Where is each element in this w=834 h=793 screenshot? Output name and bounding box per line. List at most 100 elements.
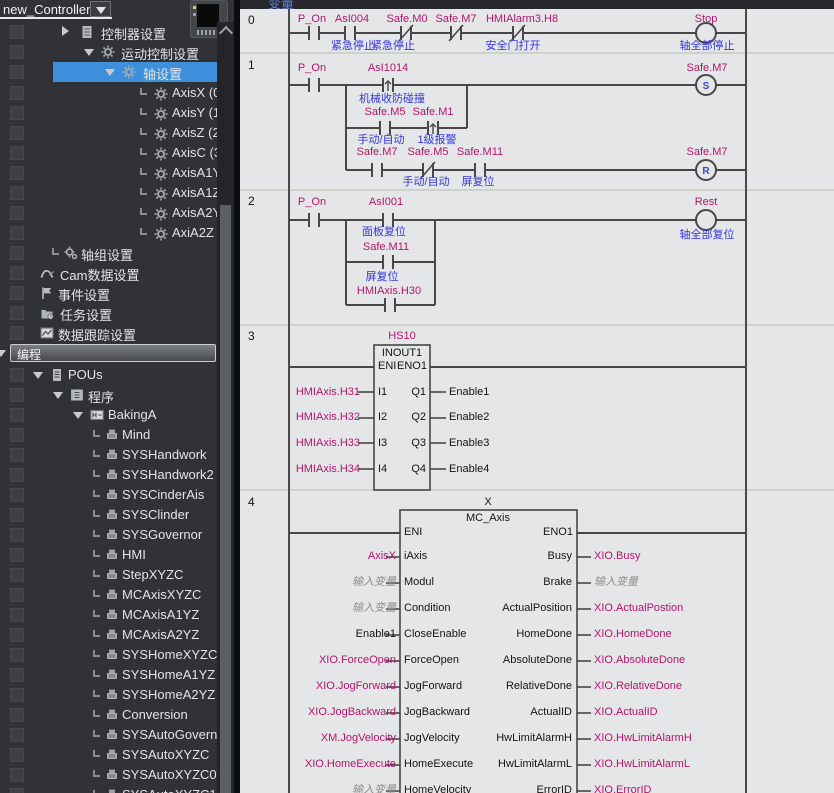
row-box[interactable] <box>10 628 24 642</box>
row-box[interactable] <box>10 25 24 39</box>
row-box[interactable] <box>10 186 24 200</box>
row-box[interactable] <box>10 45 24 59</box>
tree-section-programming[interactable]: 编程 <box>0 344 217 364</box>
row-box[interactable] <box>10 326 24 340</box>
fb-output-var[interactable]: XIO.HwLimitAlarmL <box>594 758 690 771</box>
tree-item-axis-settings[interactable]: 轴设置 <box>0 62 217 82</box>
row-box[interactable] <box>10 548 24 562</box>
tree-item-programs[interactable]: 程序 <box>0 385 217 405</box>
row-box[interactable] <box>10 86 24 100</box>
fb-input-var[interactable]: XIO.HomeExecute <box>305 758 396 771</box>
fb-input-var[interactable]: XIO.JogBackward <box>308 706 396 719</box>
variables-tab[interactable]: 变量 <box>268 0 294 9</box>
tree-scrollbar[interactable] <box>217 22 234 793</box>
tree-item-syshomexyzc[interactable]: SYSHomeXYZC <box>0 645 217 665</box>
rung-number[interactable]: 1 <box>248 58 255 72</box>
chevron-down-icon[interactable] <box>53 392 63 399</box>
contact-label[interactable]: Safe.M1 <box>413 106 454 119</box>
fb-output-var[interactable]: Enable1 <box>449 386 489 399</box>
row-box[interactable] <box>10 668 24 682</box>
row-box[interactable] <box>10 648 24 662</box>
coil-label[interactable]: Safe.M7 <box>687 146 728 159</box>
tree-item-axia2z[interactable]: AxiA2Z (7,MC1) <box>0 223 217 243</box>
fb-title[interactable]: INOUT1 <box>382 347 422 360</box>
fb-instance[interactable]: HS10 <box>388 330 416 343</box>
section-bar[interactable]: 编程 <box>10 344 216 362</box>
row-box[interactable] <box>10 246 24 260</box>
chevron-down-icon[interactable] <box>73 412 83 419</box>
contact-comment[interactable]: 机械收防碰撞 <box>359 93 425 106</box>
tree-item-mcaxisxyzc[interactable]: MCAxisXYZC <box>0 585 217 605</box>
contact-label[interactable]: HMIAlarm3.H8 <box>486 13 558 26</box>
contact-label[interactable]: Safe.M7 <box>357 146 398 159</box>
fb-output-var[interactable]: XIO.Busy <box>594 550 640 563</box>
tree-item-cam-data-settings[interactable]: Cam数据设置 <box>0 263 217 283</box>
tree-item-hmi[interactable]: HMI <box>0 545 217 565</box>
fb-output-var[interactable]: XIO.ActualPostion <box>594 602 683 615</box>
chevron-down-icon[interactable] <box>33 372 43 379</box>
fb-input-var[interactable]: HMIAxis.H31 <box>296 386 360 399</box>
coil-label[interactable]: Safe.M7 <box>687 62 728 75</box>
fb-input-var[interactable]: HMIAxis.H33 <box>296 437 360 450</box>
contact-label[interactable]: AsI001 <box>369 196 403 209</box>
row-box[interactable] <box>10 748 24 762</box>
tree-item-syshandwork2[interactable]: SYSHandwork2 <box>0 465 217 485</box>
fb-input-placeholder[interactable]: 输入变量 <box>352 576 396 589</box>
row-box[interactable] <box>10 428 24 442</box>
fb-title[interactable]: MC_Axis <box>466 512 510 525</box>
tree-item-mcaxisa1yz[interactable]: MCAxisA1YZ <box>0 605 217 625</box>
chevron-down-icon[interactable] <box>0 350 6 357</box>
scroll-up-button[interactable] <box>217 22 234 38</box>
contact-comment[interactable]: 紧急停止 <box>331 40 375 53</box>
row-box[interactable] <box>10 408 24 422</box>
tree-item-task-settings[interactable]: 任务设置 <box>0 303 217 323</box>
tree-item-syshandwork[interactable]: SYSHandwork <box>0 445 217 465</box>
tree-item-axis-group-settings[interactable]: 轴组设置 <box>0 243 217 263</box>
fb-output-var[interactable]: XIO.ActualID <box>594 706 658 719</box>
contact-label[interactable]: Safe.M5 <box>408 146 449 159</box>
rung-number[interactable]: 3 <box>248 329 255 343</box>
row-box[interactable] <box>10 106 24 120</box>
tree-item-axisa2y[interactable]: AxisA2Y (6,MC1) <box>0 203 217 223</box>
contact-label[interactable]: HMIAxis.H30 <box>357 285 421 298</box>
row-box[interactable] <box>10 728 24 742</box>
tree-item-stepxyzc[interactable]: StepXYZC <box>0 565 217 585</box>
contact-label[interactable]: P_On <box>298 13 326 26</box>
fb-input-var[interactable]: XIO.ForceOpen <box>319 654 396 667</box>
row-box[interactable] <box>10 508 24 522</box>
row-box[interactable] <box>10 528 24 542</box>
contact-label[interactable]: Safe.M11 <box>363 241 409 254</box>
tree-item-axisz[interactable]: AxisZ (2,MC1) <box>0 123 217 143</box>
scrollbar-thumb[interactable] <box>220 205 231 793</box>
controller-select-dropdown-button[interactable] <box>90 1 111 17</box>
tree-item-mcaxisa2yz[interactable]: MCAxisA2YZ <box>0 625 217 645</box>
tree-item-data-trace-settings[interactable]: 数据跟踪设置 <box>0 323 217 343</box>
fb-output-var[interactable]: XIO.RelativeDone <box>594 680 682 693</box>
tree-item-bakinga[interactable]: BakingA <box>0 405 217 425</box>
tree-item-sysautoxyzc1[interactable]: SYSAutoXYZC1 <box>0 785 217 793</box>
fb-input-var[interactable]: HMIAxis.H32 <box>296 411 360 424</box>
contact-comment[interactable]: 安全门打开 <box>486 40 541 53</box>
contact-comment[interactable]: 屏复位 <box>462 176 495 189</box>
row-box[interactable] <box>10 688 24 702</box>
row-box[interactable] <box>10 206 24 220</box>
fb-output-var[interactable]: Enable4 <box>449 463 489 476</box>
tree-item-sysautogovernor[interactable]: SYSAutoGovernor <box>0 725 217 745</box>
row-box[interactable] <box>10 286 24 300</box>
contact-comment[interactable]: 紧急停止 <box>371 40 415 53</box>
fb-output-var[interactable]: XIO.AbsoluteDone <box>594 654 685 667</box>
row-box[interactable] <box>10 788 24 793</box>
contact-label[interactable]: Safe.M0 <box>387 13 428 26</box>
row-box[interactable] <box>10 368 24 382</box>
contact-comment[interactable]: 屏复位 <box>366 271 399 284</box>
tree-item-sysgovernor[interactable]: SYSGovernor <box>0 525 217 545</box>
tree-item-axisa1z[interactable]: AxisA1Z (5,MC1) <box>0 183 217 203</box>
contact-label[interactable]: Safe.M11 <box>457 146 503 159</box>
coil-comment[interactable]: 轴全部复位 <box>680 229 735 242</box>
contact-comment[interactable]: 面板复位 <box>362 226 406 239</box>
row-box[interactable] <box>10 588 24 602</box>
contact-label[interactable]: P_On <box>298 62 326 75</box>
fb-instance[interactable]: X <box>484 496 491 509</box>
fb-input-var[interactable]: Enable1 <box>356 628 396 641</box>
rung-number[interactable]: 0 <box>248 13 255 27</box>
